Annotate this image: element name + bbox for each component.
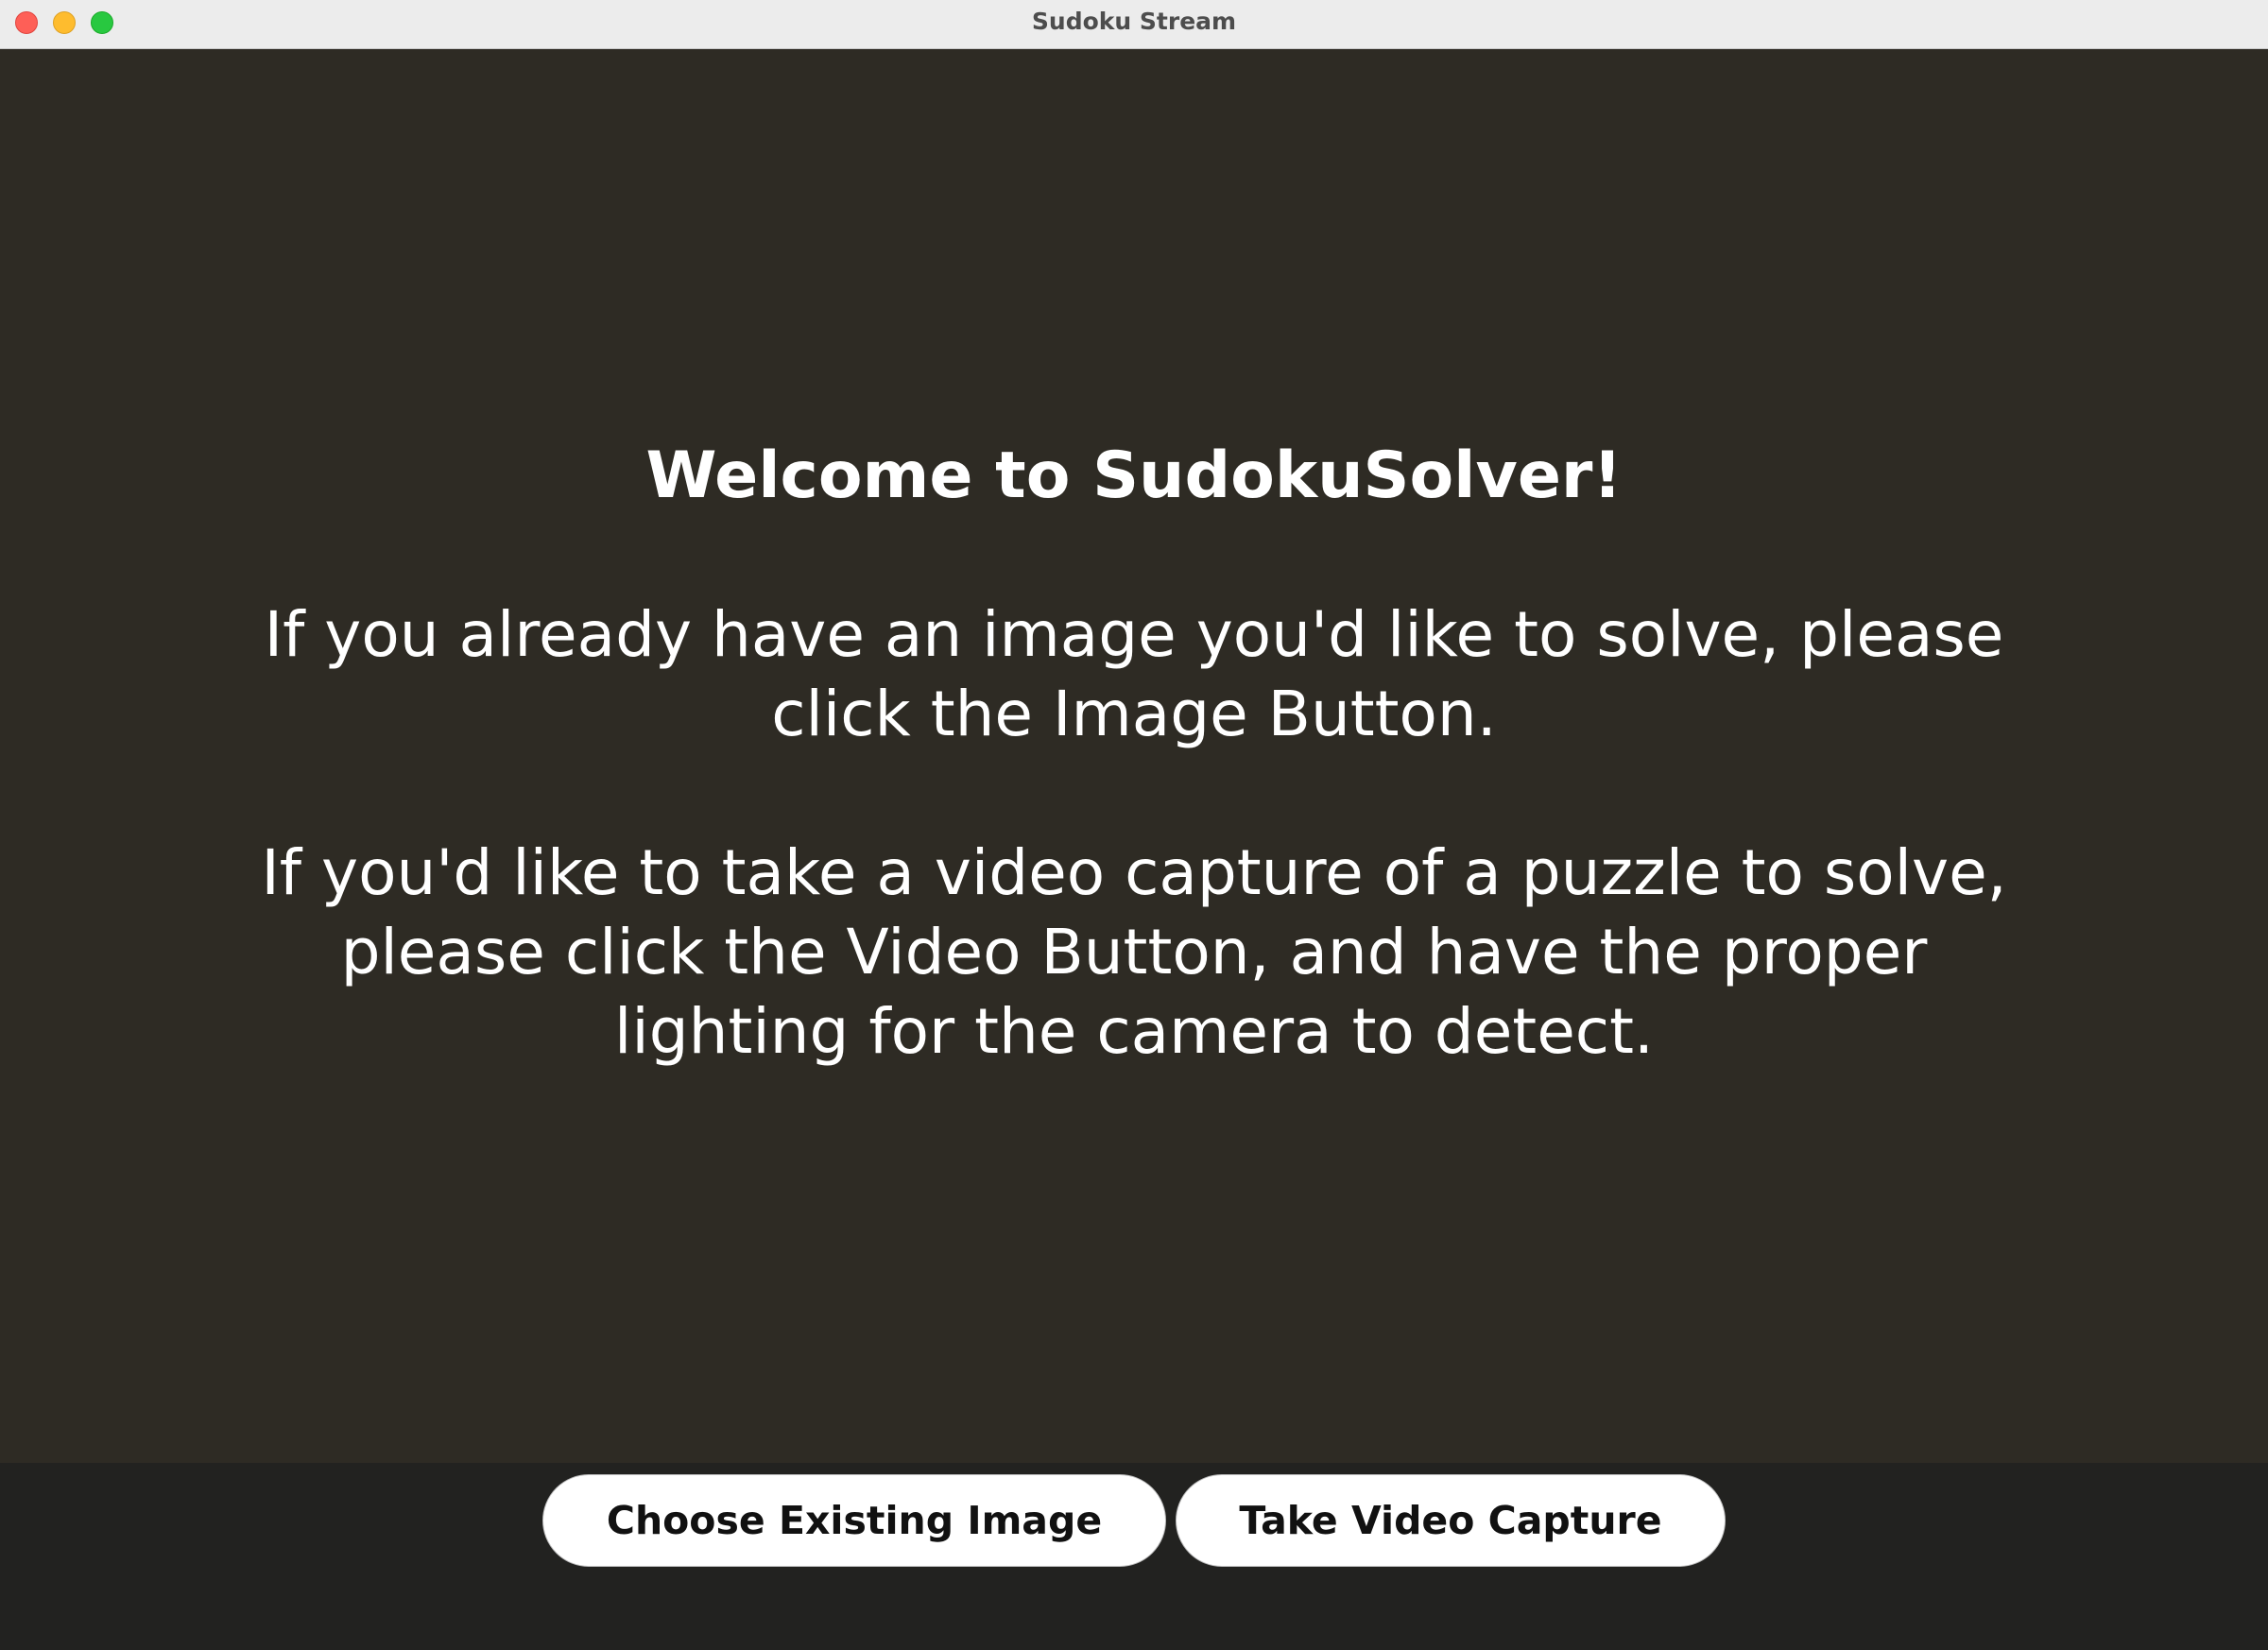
main-content: Welcome to SudokuSolver! If you already … <box>0 49 2268 1463</box>
action-bar: Choose Existing Image Take Video Capture <box>0 1463 2268 1650</box>
welcome-heading: Welcome to SudokuSolver! <box>645 438 1623 513</box>
video-instructions: If you'd like to take a video capture of… <box>261 836 2007 1068</box>
image-instructions: If you already have an image you'd like … <box>264 598 2004 750</box>
choose-existing-image-button[interactable]: Choose Existing Image <box>542 1474 1166 1567</box>
take-video-capture-button[interactable]: Take Video Capture <box>1176 1474 1726 1567</box>
app-window: Sudoku Stream Welcome to SudokuSolver! I… <box>0 0 2268 1650</box>
window-title: Sudoku Stream <box>1031 8 1237 35</box>
title-bar: Sudoku Stream <box>0 0 2268 49</box>
welcome-message: Welcome to SudokuSolver! If you already … <box>142 437 2126 1072</box>
